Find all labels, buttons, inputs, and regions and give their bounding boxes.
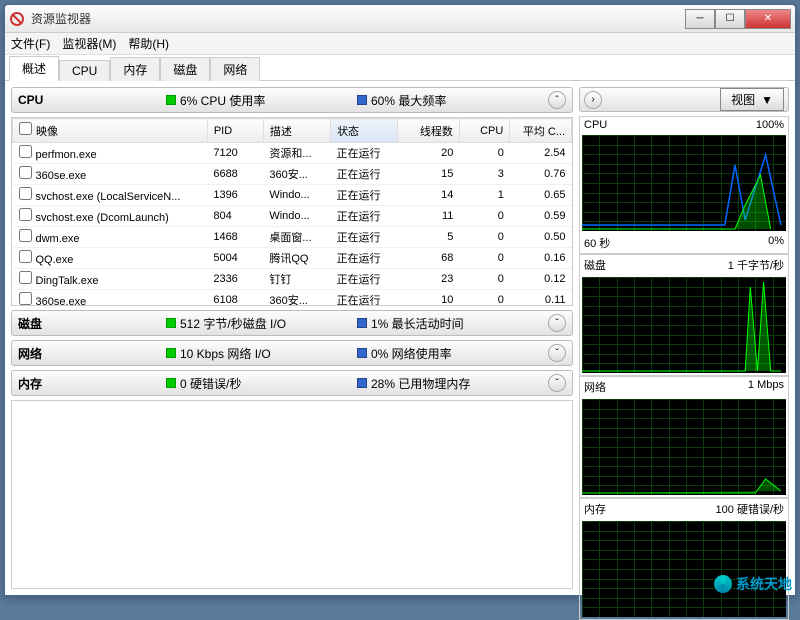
left-panel: CPU 6% CPU 使用率 60% 最大频率 ˆ 映像 PID 描述 状态 线… [11,87,573,589]
memory-expand-button[interactable]: ˇ [548,374,566,392]
select-all-checkbox[interactable] [19,122,32,135]
process-table: 映像 PID 描述 状态 线程数 CPU 平均 C... perfmon.exe… [12,118,572,306]
empty-detail-pane [11,400,573,589]
network-expand-button[interactable]: ˇ [548,344,566,362]
disk-expand-button[interactable]: ˇ [548,314,566,332]
graph-CPU: CPU100%60 秒0% [579,116,789,254]
menu-monitor[interactable]: 监视器(M) [62,35,116,52]
app-icon [9,11,25,27]
cpu-usage-icon [166,95,176,105]
table-row[interactable]: perfmon.exe7120资源和...正在运行2002.54 [13,143,572,164]
net-usage-icon [357,348,367,358]
net-io-label: 10 Kbps 网络 I/O [180,345,271,362]
disk-active-label: 1% 最长活动时间 [371,315,464,332]
mem-used-icon [357,378,367,388]
window-controls: ─ ☐ ✕ [685,9,791,29]
memory-title: 内存 [18,375,158,392]
network-section-header[interactable]: 网络 10 Kbps 网络 I/O 0% 网络使用率 ˇ [11,340,573,366]
net-usage-label: 0% 网络使用率 [371,345,452,362]
cpu-freq-icon [357,95,367,105]
menu-help[interactable]: 帮助(H) [128,35,169,52]
panel-collapse-button[interactable]: › [584,91,602,109]
disk-active-icon [357,318,367,328]
menu-file[interactable]: 文件(F) [11,35,50,52]
right-panel: › 视图▼ CPU100%60 秒0%磁盘1 千字节/秒网络1 Mbps内存10… [579,87,789,589]
cpu-collapse-button[interactable]: ˆ [548,91,566,109]
app-window: 资源监视器 ─ ☐ ✕ 文件(F) 监视器(M) 帮助(H) 概述 CPU 内存… [4,4,796,596]
table-row[interactable]: 360se.exe6688360安...正在运行1530.76 [13,164,572,185]
maximize-button[interactable]: ☐ [715,9,745,29]
row-checkbox[interactable] [19,187,32,200]
col-desc[interactable]: 描述 [263,119,330,143]
net-io-icon [166,348,176,358]
disk-title: 磁盘 [18,315,158,332]
graph-title: CPU [584,119,607,131]
window-title: 资源监视器 [31,10,685,27]
titlebar[interactable]: 资源监视器 ─ ☐ ✕ [5,5,795,33]
table-row[interactable]: DingTalk.exe2336钉钉正在运行2300.12 [13,269,572,290]
col-threads[interactable]: 线程数 [398,119,460,143]
process-table-container: 映像 PID 描述 状态 线程数 CPU 平均 C... perfmon.exe… [11,117,573,306]
minimize-button[interactable]: ─ [685,9,715,29]
view-button[interactable]: 视图▼ [720,88,784,111]
row-checkbox[interactable] [19,271,32,284]
graph-内存: 内存 100 硬错误/秒 [579,498,789,620]
graph-scale: 100% [756,119,784,131]
tab-memory[interactable]: 内存 [110,57,160,81]
table-row[interactable]: svchost.exe (LocalServiceN...1396Windo..… [13,185,572,206]
watermark-icon [714,575,732,593]
graph-canvas [582,277,786,373]
graph-scale: 1 千字节/秒 [728,257,784,273]
graph-网络: 网络 1 Mbps [579,376,789,498]
table-row[interactable]: 360se.exe6108360安...正在运行1000.11 [13,290,572,307]
watermark: 系统天地 [714,574,792,594]
table-row[interactable]: svchost.exe (DcomLaunch)804Windo...正在运行1… [13,206,572,227]
content-area: CPU 6% CPU 使用率 60% 最大频率 ˆ 映像 PID 描述 状态 线… [5,81,795,595]
cpu-freq-label: 60% 最大频率 [371,92,446,109]
row-checkbox[interactable] [19,166,32,179]
graph-canvas [582,135,786,231]
tab-network[interactable]: 网络 [210,57,260,81]
graph-scale: 1 Mbps [748,379,784,395]
mem-faults-icon [166,378,176,388]
disk-section-header[interactable]: 磁盘 512 字节/秒磁盘 I/O 1% 最长活动时间 ˇ [11,310,573,336]
table-row[interactable]: QQ.exe5004腾讯QQ正在运行6800.16 [13,248,572,269]
graph-scale: 100 硬错误/秒 [716,501,784,517]
disk-io-label: 512 字节/秒磁盘 I/O [180,315,286,332]
cpu-title: CPU [18,93,158,107]
col-avg[interactable]: 平均 C... [510,119,572,143]
graph-title: 磁盘 [584,257,606,273]
row-checkbox[interactable] [19,145,32,158]
tab-disk[interactable]: 磁盘 [160,57,210,81]
memory-section-header[interactable]: 内存 0 硬错误/秒 28% 已用物理内存 ˇ [11,370,573,396]
graph-canvas [582,521,786,617]
row-checkbox[interactable] [19,292,32,305]
disk-io-icon [166,318,176,328]
col-pid[interactable]: PID [207,119,263,143]
table-row[interactable]: dwm.exe1468桌面窗...正在运行500.50 [13,227,572,248]
row-checkbox[interactable] [19,229,32,242]
graph-title: 网络 [584,379,606,395]
tab-overview[interactable]: 概述 [9,56,59,81]
col-cpu[interactable]: CPU [459,119,509,143]
col-status[interactable]: 状态 [331,119,398,143]
right-panel-header: › 视图▼ [579,87,789,112]
col-image[interactable]: 映像 [13,119,208,143]
row-checkbox[interactable] [19,208,32,221]
mem-faults-label: 0 硬错误/秒 [180,375,241,392]
graph-磁盘: 磁盘 1 千字节/秒 [579,254,789,376]
graph-canvas [582,399,786,495]
network-title: 网络 [18,345,158,362]
cpu-section-header[interactable]: CPU 6% CPU 使用率 60% 最大频率 ˆ [11,87,573,113]
graph-title: 内存 [584,501,606,517]
close-button[interactable]: ✕ [745,9,791,29]
cpu-usage-label: 6% CPU 使用率 [180,92,265,109]
tab-cpu[interactable]: CPU [59,60,110,81]
dropdown-icon: ▼ [761,93,773,107]
mem-used-label: 28% 已用物理内存 [371,375,470,392]
menubar: 文件(F) 监视器(M) 帮助(H) [5,33,795,55]
row-checkbox[interactable] [19,250,32,263]
watermark-text: 系统天地 [736,574,792,594]
tab-bar: 概述 CPU 内存 磁盘 网络 [5,55,795,81]
